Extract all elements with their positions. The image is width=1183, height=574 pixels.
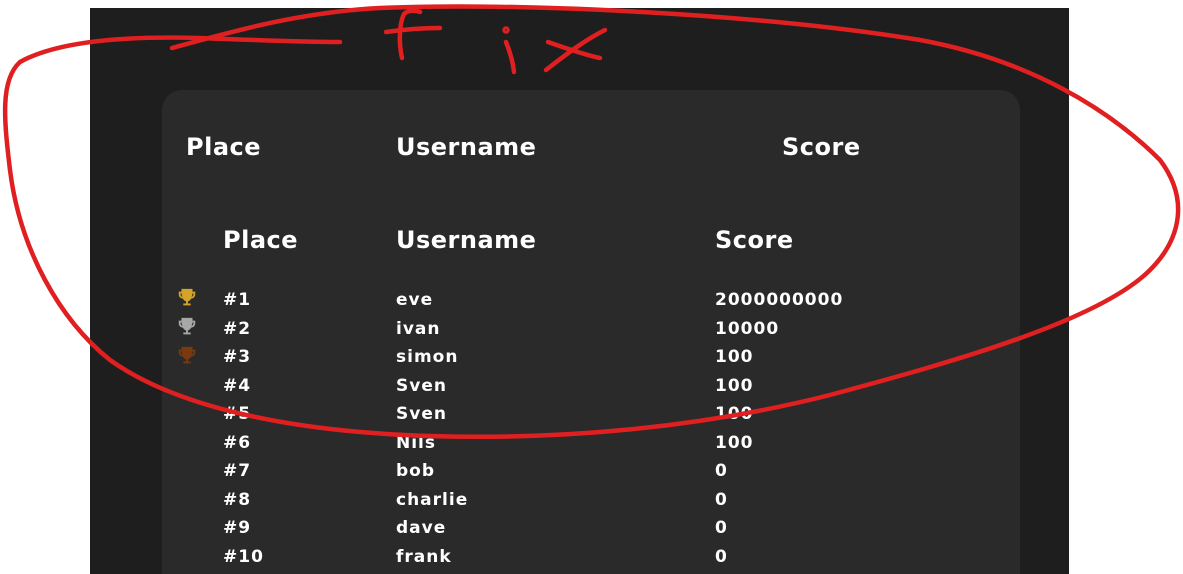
row-6-place: #6 [223, 433, 252, 453]
leaderboard-card [162, 90, 1020, 574]
row-4-place: #4 [223, 376, 252, 396]
gold-trophy-icon [178, 288, 196, 306]
row-3-score: 100 [715, 347, 754, 367]
row-9-username: dave [396, 518, 447, 538]
row-8-place: #8 [223, 490, 252, 510]
outer-header-score: Score [782, 133, 861, 161]
row-2-place: #2 [223, 319, 252, 339]
outer-header-place: Place [186, 133, 262, 161]
row-3-place: #3 [223, 347, 252, 367]
silver-trophy-icon [178, 317, 196, 335]
row-7-score: 0 [715, 461, 728, 481]
row-2-score: 10000 [715, 319, 780, 339]
table-header-place: Place [223, 226, 299, 254]
row-10-username: frank [396, 547, 452, 567]
row-10-score: 0 [715, 547, 728, 567]
row-2-username: ivan [396, 319, 441, 339]
row-6-score: 100 [715, 433, 754, 453]
row-7-place: #7 [223, 461, 252, 481]
table-header-score: Score [715, 226, 794, 254]
row-8-username: charlie [396, 490, 469, 510]
row-3-username: simon [396, 347, 459, 367]
row-1-place: #1 [223, 290, 252, 310]
row-4-username: Sven [396, 376, 447, 396]
row-5-place: #5 [223, 404, 252, 424]
row-8-score: 0 [715, 490, 728, 510]
outer-header-username: Username [396, 133, 537, 161]
row-10-place: #10 [223, 547, 264, 567]
row-9-score: 0 [715, 518, 728, 538]
row-6-username: Nils [396, 433, 437, 453]
row-7-username: bob [396, 461, 436, 481]
row-1-username: eve [396, 290, 434, 310]
row-9-place: #9 [223, 518, 252, 538]
row-5-score: 100 [715, 404, 754, 424]
row-5-username: Sven [396, 404, 447, 424]
row-1-score: 2000000000 [715, 290, 844, 310]
bronze-trophy-icon [178, 346, 196, 364]
row-4-score: 100 [715, 376, 754, 396]
table-header-username: Username [396, 226, 537, 254]
